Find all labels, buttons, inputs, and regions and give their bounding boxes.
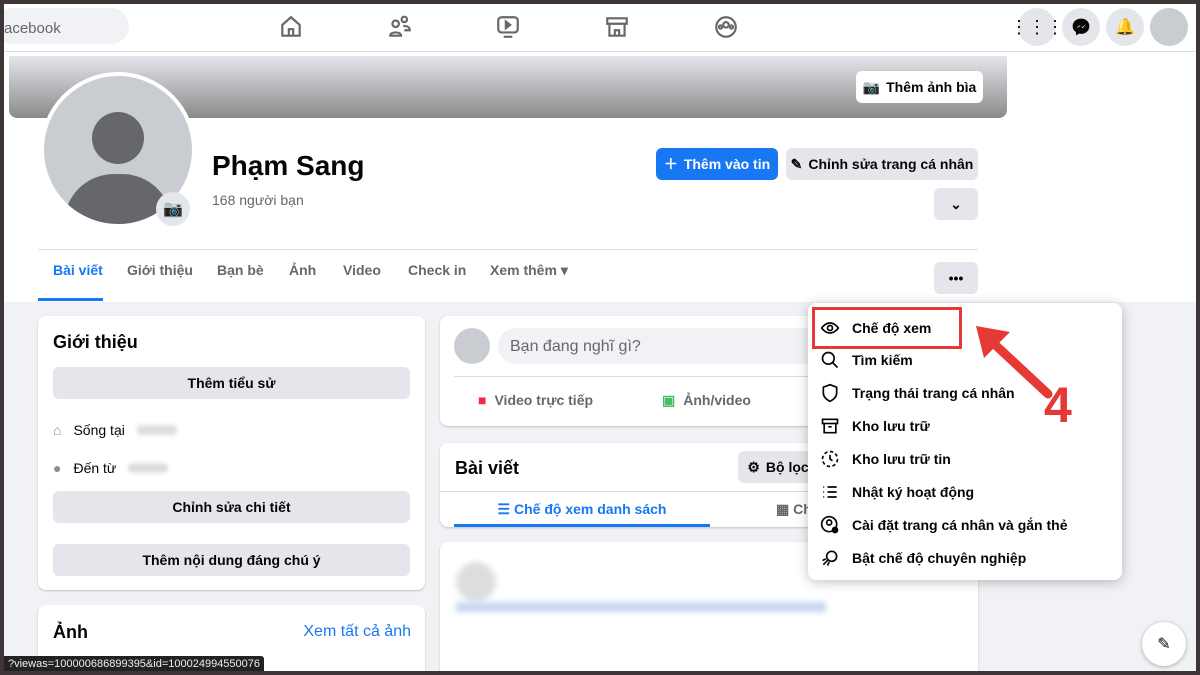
add-featured-button[interactable]: Thêm nội dung đáng chú ý	[53, 544, 410, 576]
divider	[38, 249, 978, 250]
tab-about[interactable]: Giới thiệu	[127, 262, 193, 278]
top-navbar: acebook ⋮⋮⋮ 🔔	[4, 4, 1196, 52]
see-all-photos-link[interactable]: Xem tất cả ảnh	[303, 623, 411, 641]
annotation-step-number: 4	[1044, 377, 1072, 433]
friends-count[interactable]: 168 người bạn	[212, 192, 304, 208]
clock-icon	[821, 450, 839, 468]
active-tab-indicator	[38, 298, 103, 301]
photo-video-button[interactable]: ▣ Ảnh/video	[662, 392, 751, 409]
search-input[interactable]: acebook	[4, 8, 129, 44]
compose-icon: ✎	[1157, 636, 1171, 653]
tab-more-label: Xem thêm	[490, 262, 557, 278]
photo-icon: ▣	[662, 392, 676, 408]
menu-item-story-archive[interactable]: Kho lưu trữ tin	[820, 444, 951, 474]
from-row: ● Đến từ	[53, 460, 169, 476]
profile-header: 📷 Thêm ảnh bìa 📷 Phạm Sang 168 người bạn …	[4, 52, 1196, 302]
profile-name: Phạm Sang	[212, 150, 365, 181]
ellipsis-icon: •••	[948, 270, 964, 286]
bell-icon: 🔔	[1115, 19, 1135, 36]
add-bio-button[interactable]: Thêm tiểu sử	[53, 367, 410, 399]
new-message-button[interactable]: ✎	[1142, 622, 1186, 666]
menu-item-profile-settings[interactable]: Cài đặt trang cá nhân và gắn thẻ	[820, 510, 1068, 540]
rocket-icon	[822, 550, 838, 566]
tab-friends[interactable]: Bạn bè	[217, 262, 264, 278]
menu-item-professional-mode[interactable]: Bật chế độ chuyên nghiệp	[820, 543, 1026, 573]
filter-button[interactable]: ⚙ Bộ lọc	[738, 451, 818, 483]
menu-label: Cài đặt trang cá nhân và gắn thẻ	[852, 517, 1068, 533]
plus-icon: ＋	[663, 156, 678, 172]
menu-item-search[interactable]: Tìm kiếm	[820, 345, 913, 375]
list-view-label: Chế độ xem danh sách	[513, 501, 667, 517]
avatar-camera-button[interactable]: 📷	[156, 192, 190, 226]
lives-in-row: ⌂ Sống tại	[53, 422, 177, 438]
caret-down-icon: ▾	[560, 262, 568, 278]
friends-icon[interactable]	[387, 14, 413, 40]
tab-video[interactable]: Video	[343, 262, 381, 278]
notifications-button[interactable]: 🔔	[1106, 8, 1144, 46]
posts-title: Bài viết	[455, 458, 520, 478]
avatar	[454, 328, 490, 364]
chevron-down-icon: ⌄	[950, 195, 962, 212]
photos-title: Ảnh	[53, 622, 88, 642]
menu-item-archive[interactable]: Kho lưu trữ	[820, 411, 930, 441]
filter-label: Bộ lọc	[765, 459, 809, 475]
user-gear-icon	[820, 515, 839, 534]
expand-button[interactable]: ⌄	[934, 188, 978, 220]
location-pin-icon: ●	[53, 460, 62, 476]
photo-video-label: Ảnh/video	[683, 392, 751, 408]
menu-label: Tìm kiếm	[852, 352, 913, 368]
menu-label: Chế độ xem	[852, 320, 932, 336]
menu-label: Kho lưu trữ tin	[852, 451, 951, 467]
search-icon	[821, 351, 839, 369]
menu-item-view-as[interactable]: Chế độ xem	[820, 313, 931, 343]
edit-profile-label: Chỉnh sửa trang cá nhân	[808, 156, 974, 172]
lives-in-label: Sống tại	[73, 422, 125, 438]
menu-label: Bật chế độ chuyên nghiệp	[852, 550, 1027, 566]
marketplace-icon[interactable]	[604, 14, 630, 40]
eye-icon	[820, 322, 840, 334]
pencil-icon: ✎	[790, 155, 803, 172]
groups-icon[interactable]	[713, 14, 739, 40]
menu-label: Kho lưu trữ	[852, 418, 930, 434]
more-options-button[interactable]: •••	[934, 262, 978, 294]
camera-icon: 📷	[163, 201, 183, 218]
grid-view-tab[interactable]: ▦ Ch	[776, 501, 812, 518]
menu-item-activity-log[interactable]: Nhật ký hoạt động	[820, 477, 974, 507]
tab-posts[interactable]: Bài viết	[53, 262, 103, 278]
live-video-label: Video trực tiếp	[494, 392, 594, 408]
filter-icon: ⚙	[747, 458, 760, 475]
shield-icon	[822, 383, 838, 403]
edit-profile-button[interactable]: ✎ Chỉnh sửa trang cá nhân	[786, 148, 978, 180]
status-bar-url: ?viewas=100000686899395&id=1000249945500…	[4, 656, 265, 671]
grid-icon: ⋮⋮⋮	[1010, 16, 1064, 37]
list-view-tab[interactable]: ☰ Chế độ xem danh sách	[454, 501, 710, 518]
profile-options-menu: Chế độ xem Tìm kiếm Trạng thái trang cá …	[808, 303, 1122, 580]
messenger-icon	[1072, 18, 1090, 36]
account-avatar[interactable]	[1150, 8, 1188, 46]
live-video-button[interactable]: ■ Video trực tiếp	[478, 392, 593, 408]
archive-box-icon	[821, 418, 839, 434]
intro-card: Giới thiệu Thêm tiểu sử ⌂ Sống tại ● Đến t…	[38, 316, 425, 590]
menu-grid-button[interactable]: ⋮⋮⋮	[1010, 8, 1064, 46]
list-icon	[823, 486, 837, 498]
add-story-button[interactable]: ＋ Thêm vào tin	[656, 148, 778, 180]
messenger-button[interactable]	[1062, 8, 1100, 46]
tab-photos[interactable]: Ảnh	[289, 262, 316, 278]
add-cover-label: Thêm ảnh bìa	[886, 79, 977, 95]
tab-more[interactable]: Xem thêm ▾	[490, 262, 568, 279]
edit-details-button[interactable]: Chỉnh sửa chi tiết	[53, 491, 410, 523]
tab-checkin[interactable]: Check in	[408, 262, 466, 278]
add-story-label: Thêm vào tin	[683, 156, 771, 172]
menu-label: Nhật ký hoạt động	[852, 484, 975, 500]
home-icon: ⌂	[53, 422, 62, 438]
from-label: Đến từ	[73, 460, 117, 476]
browser-viewport: acebook ⋮⋮⋮ 🔔 📷 Thêm ảnh bìa 📷 Phạm Sang …	[4, 4, 1196, 671]
watch-icon[interactable]	[495, 14, 521, 40]
home-icon[interactable]	[278, 14, 304, 40]
add-cover-button[interactable]: 📷 Thêm ảnh bìa	[856, 71, 983, 103]
camera-icon: 📷	[862, 78, 881, 95]
intro-title: Giới thiệu	[53, 332, 138, 352]
video-camera-icon: ■	[478, 392, 487, 408]
